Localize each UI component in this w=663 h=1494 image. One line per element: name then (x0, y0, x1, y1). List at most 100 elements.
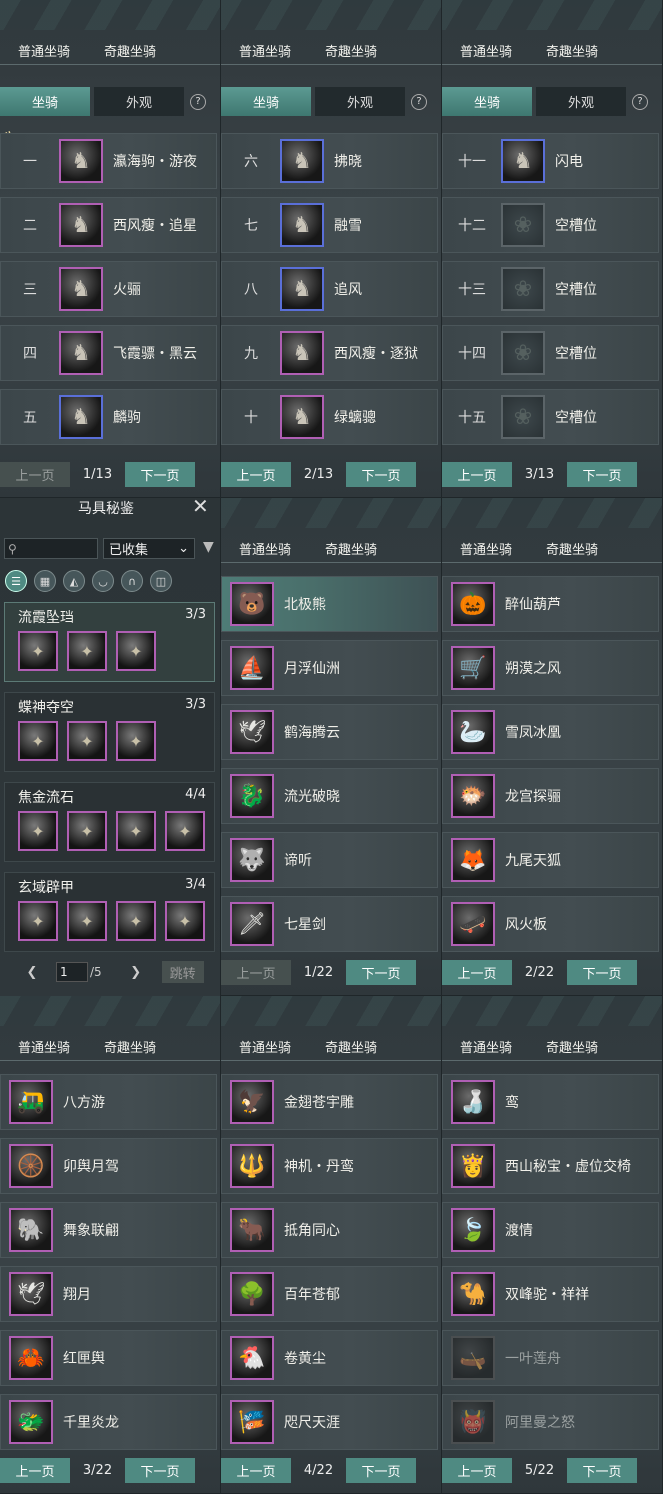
tab-normal-mounts[interactable]: 普通坐骑 (460, 42, 538, 64)
fun-mount-row[interactable]: 🦢 雪凤冰凰 (442, 704, 659, 760)
tab-normal-mounts[interactable]: 普通坐骑 (18, 1038, 96, 1060)
mount-row[interactable]: 七 ♞ 融雪 (221, 197, 438, 253)
grid-view-icon[interactable]: ▦ (34, 570, 56, 592)
prev-page-button[interactable]: 上一页 (442, 462, 512, 487)
bridle-icon[interactable]: ◡ (92, 570, 114, 592)
fun-mount-row[interactable]: 🐺 谛听 (221, 832, 438, 888)
tab-normal-mounts[interactable]: 普通坐骑 (460, 540, 538, 562)
tack-item-icon[interactable]: ✦ (116, 721, 156, 761)
mount-row[interactable]: 二 ♞ 西风瘦・追星 (0, 197, 217, 253)
fun-mount-row[interactable]: 🐲 千里炎龙 (0, 1394, 217, 1450)
fun-mount-row[interactable]: 👹 阿里曼之怒 (442, 1394, 659, 1450)
fun-mount-row[interactable]: 🌳 百年苍郁 (221, 1266, 438, 1322)
search-input[interactable]: ⚲ (4, 538, 98, 559)
fun-mount-row[interactable]: 🎃 醉仙葫芦 (442, 576, 659, 632)
fun-mount-row[interactable]: 🕊 翔月 (0, 1266, 217, 1322)
fun-mount-row[interactable]: 🛺 八方游 (0, 1074, 217, 1130)
segment-appearance[interactable]: 外观 (536, 87, 626, 116)
tack-item-icon[interactable]: ✦ (165, 901, 205, 941)
segment-mount[interactable]: 坐骑 (221, 87, 311, 116)
tack-item-icon[interactable]: ✦ (18, 901, 58, 941)
next-page-button[interactable]: 下一页 (567, 462, 637, 487)
next-page-button[interactable]: 下一页 (567, 960, 637, 985)
prev-page-button[interactable]: 上一页 (221, 462, 291, 487)
mount-row[interactable]: 十一 ♞ 闪电 (442, 133, 659, 189)
mount-row[interactable]: 一 ♞ 瀛海驹・游夜 (0, 133, 217, 189)
fun-mount-row[interactable]: 🗡 七星剑 (221, 896, 438, 952)
next-page-button[interactable]: 下一页 (125, 462, 195, 487)
tack-set[interactable]: 流霞坠珰 3/3 ✦ ✦ ✦ (4, 602, 215, 682)
fun-mount-row[interactable]: 🐪 双峰驼・祥祥 (442, 1266, 659, 1322)
tab-normal-mounts[interactable]: 普通坐骑 (239, 1038, 317, 1060)
mount-row[interactable]: 三 ♞ 火骊 (0, 261, 217, 317)
tack-set[interactable]: 蝶神夺空 3/3 ✦ ✦ ✦ (4, 692, 215, 772)
mount-row[interactable]: 六 ♞ 拂晓 (221, 133, 438, 189)
fun-mount-row[interactable]: 🐉 流光破晓 (221, 768, 438, 824)
horseshoe-icon[interactable]: ∩ (121, 570, 143, 592)
tack-item-icon[interactable]: ✦ (18, 631, 58, 671)
mount-row[interactable]: 八 ♞ 追风 (221, 261, 438, 317)
fun-mount-row[interactable]: 🐡 龙宫探骊 (442, 768, 659, 824)
next-page-button[interactable]: 下一页 (346, 1458, 416, 1483)
prev-page-button[interactable]: 上一页 (0, 1458, 70, 1483)
prev-arrow-icon[interactable]: ❮ (22, 965, 42, 980)
close-icon[interactable]: ✕ (192, 498, 209, 518)
fun-mount-row[interactable]: 🐻 北极熊 (221, 576, 438, 632)
tack-item-icon[interactable]: ✦ (116, 901, 156, 941)
fun-mount-row[interactable]: 🦊 九尾天狐 (442, 832, 659, 888)
tab-fun-mounts[interactable]: 奇趣坐骑 (546, 1038, 624, 1060)
tab-fun-mounts[interactable]: 奇趣坐骑 (546, 540, 624, 562)
fun-mount-row[interactable]: 🐂 抵角同心 (221, 1202, 438, 1258)
segment-appearance[interactable]: 外观 (94, 87, 184, 116)
tack-item-icon[interactable]: ✦ (18, 811, 58, 851)
tack-item-icon[interactable]: ✦ (18, 721, 58, 761)
fun-mount-row[interactable]: 🔱 神机・丹鸾 (221, 1138, 438, 1194)
tab-normal-mounts[interactable]: 普通坐骑 (460, 1038, 538, 1060)
tack-item-icon[interactable]: ✦ (116, 811, 156, 851)
page-number-input[interactable]: 1 (56, 962, 88, 982)
mount-row[interactable]: 五 ♞ 麟驹 (0, 389, 217, 445)
tab-fun-mounts[interactable]: 奇趣坐骑 (325, 1038, 403, 1060)
help-icon[interactable]: ? (632, 93, 648, 110)
fun-mount-row[interactable]: 👸 西山秘宝・虚位交椅 (442, 1138, 659, 1194)
mount-row[interactable]: 十四 ❀ 空槽位 (442, 325, 659, 381)
segment-mount[interactable]: 坐骑 (0, 87, 90, 116)
mount-row[interactable]: 十二 ❀ 空槽位 (442, 197, 659, 253)
tab-fun-mounts[interactable]: 奇趣坐骑 (104, 1038, 182, 1060)
next-page-button[interactable]: 下一页 (346, 960, 416, 985)
funnel-icon[interactable]: ▼ (203, 539, 214, 555)
prev-page-button[interactable]: 上一页 (0, 462, 70, 487)
fun-mount-row[interactable]: 🕊 鹤海腾云 (221, 704, 438, 760)
mount-row[interactable]: 四 ♞ 飞霞骠・黑云 (0, 325, 217, 381)
fun-mount-row[interactable]: 🍶 鸾 (442, 1074, 659, 1130)
fun-mount-row[interactable]: 🛶 一叶莲舟 (442, 1330, 659, 1386)
saddle-icon[interactable]: ◭ (63, 570, 85, 592)
next-arrow-icon[interactable]: ❯ (126, 965, 146, 980)
tack-item-icon[interactable]: ✦ (165, 811, 205, 851)
mount-row[interactable]: 九 ♞ 西风瘦・逐狱 (221, 325, 438, 381)
fun-mount-row[interactable]: 🛹 风火板 (442, 896, 659, 952)
tack-item-icon[interactable]: ✦ (67, 811, 107, 851)
help-icon[interactable]: ? (411, 93, 427, 110)
prev-page-button[interactable]: 上一页 (442, 960, 512, 985)
mount-row[interactable]: 十五 ❀ 空槽位 (442, 389, 659, 445)
segment-appearance[interactable]: 外观 (315, 87, 405, 116)
mount-row[interactable]: 十 ♞ 绿螭骢 (221, 389, 438, 445)
mount-row[interactable]: 十三 ❀ 空槽位 (442, 261, 659, 317)
help-icon[interactable]: ? (190, 93, 206, 110)
prev-page-button[interactable]: 上一页 (221, 1458, 291, 1483)
tab-normal-mounts[interactable]: 普通坐骑 (239, 42, 317, 64)
prev-page-button[interactable]: 上一页 (442, 1458, 512, 1483)
collected-filter-select[interactable]: 已收集 ⌄ (103, 538, 195, 559)
list-view-icon[interactable]: ☰ (5, 570, 27, 592)
fun-mount-row[interactable]: 🛒 朔漠之风 (442, 640, 659, 696)
tab-normal-mounts[interactable]: 普通坐骑 (18, 42, 96, 64)
tack-set[interactable]: 焦金流石 4/4 ✦ ✦ ✦ ✦ (4, 782, 215, 862)
tack-item-icon[interactable]: ✦ (116, 631, 156, 671)
fun-mount-row[interactable]: 🎏 咫尺天涯 (221, 1394, 438, 1450)
tack-set[interactable]: 玄域辟甲 3/4 ✦ ✦ ✦ ✦ (4, 872, 215, 952)
segment-mount[interactable]: 坐骑 (442, 87, 532, 116)
tab-fun-mounts[interactable]: 奇趣坐骑 (546, 42, 624, 64)
tab-fun-mounts[interactable]: 奇趣坐骑 (325, 42, 403, 64)
prev-page-button[interactable]: 上一页 (221, 960, 291, 985)
